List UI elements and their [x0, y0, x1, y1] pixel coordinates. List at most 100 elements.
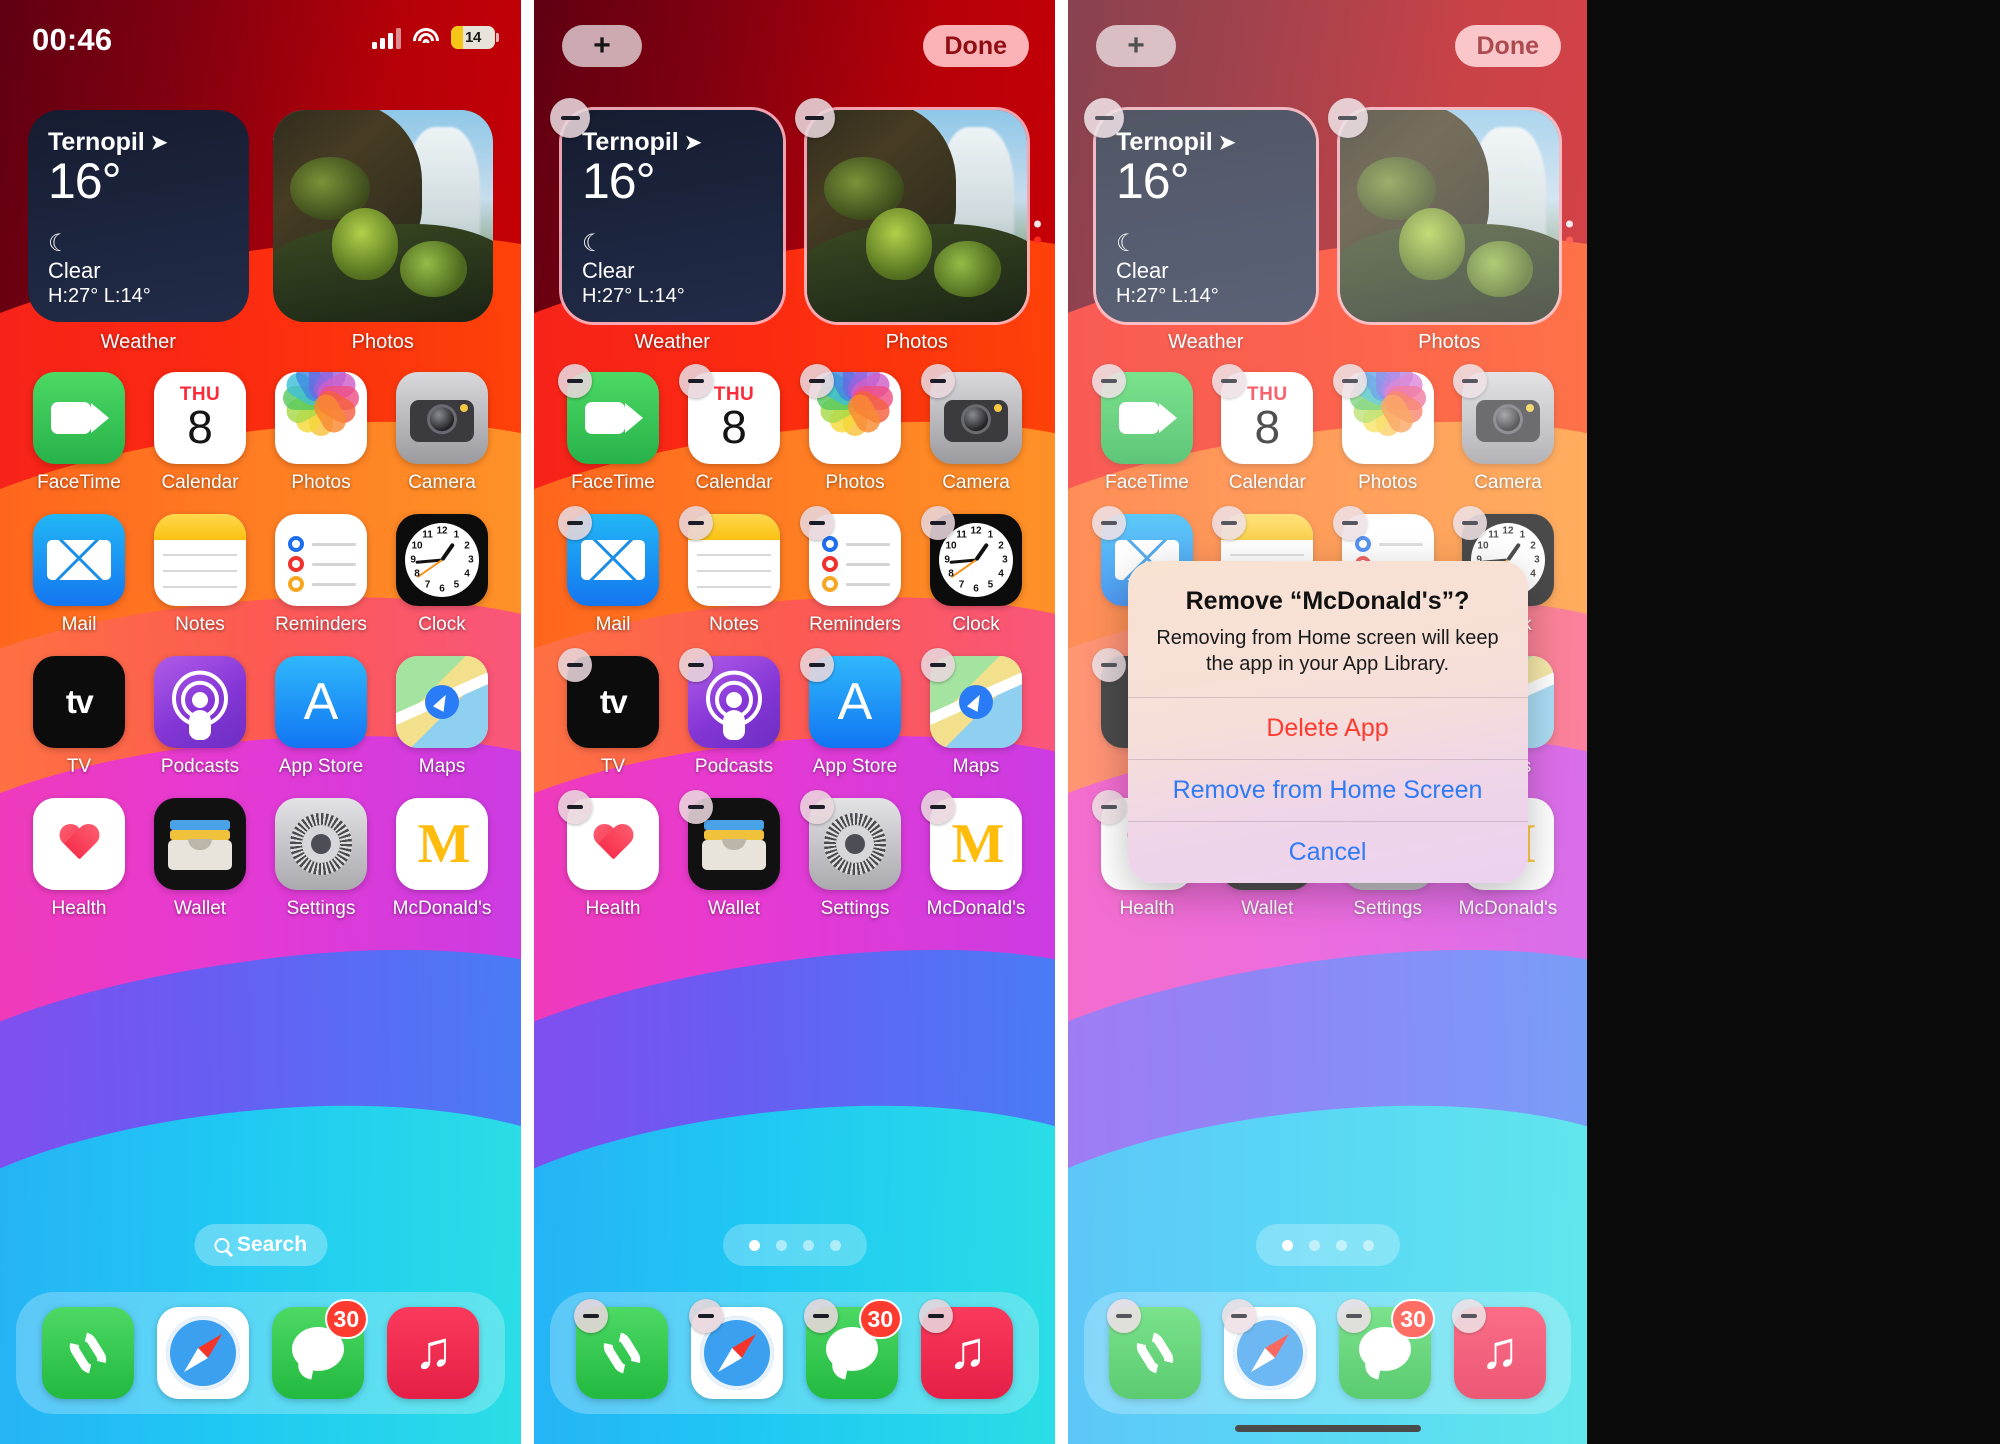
dock-phone[interactable] [573, 1299, 668, 1399]
dock-phone[interactable] [41, 1307, 134, 1399]
app-row: Mail Notes Reminders 12 12 3 45678 9 1011 Clo… [558, 506, 1029, 636]
done-button[interactable]: Done [922, 25, 1029, 67]
app-wallet[interactable]: Wallet [679, 790, 787, 920]
panel-divider [1055, 0, 1068, 1444]
calendar-icon: THU 8 [154, 372, 246, 464]
app-podcasts[interactable]: Podcasts [679, 648, 787, 778]
app-app-store[interactable]: A App Store [268, 656, 374, 778]
dock-messages[interactable]: 30 [272, 1299, 369, 1399]
remove-app-button[interactable] [921, 506, 955, 540]
dock-music[interactable]: ♫ [387, 1307, 480, 1399]
remove-app-button[interactable] [688, 1299, 723, 1333]
app-camera[interactable]: Camera [389, 372, 495, 494]
app-calendar[interactable]: THU 8 Calendar [679, 364, 787, 494]
app-reminders[interactable]: Reminders [800, 506, 908, 636]
location-arrow-icon: ➤ [684, 132, 702, 154]
app-facetime[interactable]: FaceTime [26, 372, 132, 494]
tv-glyph: tv [65, 683, 94, 720]
remove-app-button[interactable] [921, 364, 955, 398]
app-clock[interactable]: 12 12 3 45678 9 1011 Clock [921, 506, 1029, 636]
dock-messages[interactable]: 30 [804, 1299, 903, 1399]
app-photos[interactable]: Photos [268, 372, 374, 494]
moon-icon: ☾ [48, 230, 70, 257]
weather-widget[interactable]: Ternopil ➤ 16° ☾ Clear H:27° L:14° [562, 110, 783, 322]
dialog-title: Remove “McDonald's”? [1185, 587, 1470, 615]
remove-app-button[interactable] [804, 1299, 839, 1333]
podcasts-icon [154, 656, 246, 748]
remove-app-button[interactable] [558, 790, 592, 824]
app-mail[interactable]: Mail [26, 514, 132, 636]
remove-app-button[interactable] [921, 648, 955, 682]
remove-app-button[interactable] [679, 790, 713, 824]
app-settings[interactable]: Settings [268, 798, 374, 920]
clock-numeral: 9 [944, 554, 950, 566]
remove-app-button[interactable] [679, 506, 713, 540]
weather-high-low: H:27° L:14° [582, 285, 685, 307]
weather-temp: 16° [582, 153, 656, 209]
page-indicator[interactable] [722, 1224, 867, 1266]
app-label: Podcasts [694, 756, 774, 777]
remove-widget-button[interactable] [550, 98, 590, 138]
remove-app-button[interactable] [921, 790, 955, 824]
app-camera[interactable]: Camera [921, 364, 1029, 494]
app-store-icon: A [275, 656, 367, 748]
app-settings[interactable]: Settings [800, 790, 908, 920]
app-maps[interactable]: Maps [389, 656, 495, 778]
clock-face: 12 1 2 3 4 5 6 7 8 9 10 11 [405, 523, 479, 597]
add-widget-button[interactable]: + [562, 25, 642, 67]
app-notes[interactable]: Notes [147, 514, 253, 636]
remove-app-button[interactable] [800, 506, 834, 540]
remove-app-button[interactable] [558, 364, 592, 398]
app-label: Photos [291, 472, 351, 493]
app-health[interactable]: Health [558, 790, 666, 920]
remove-app-button[interactable] [800, 648, 834, 682]
cellular-signal-icon [372, 27, 401, 49]
remove-from-home-screen-button[interactable]: Remove from Home Screen [1127, 759, 1528, 821]
app-mcdonalds[interactable]: M McDonald's [389, 798, 495, 920]
app-mail[interactable]: Mail [558, 506, 666, 636]
photos-widget[interactable] [806, 110, 1027, 322]
panel-remove-app-dialog: + Done Ternopil ➤ 16° ☾ Clear H:27° L:14… [1068, 0, 1587, 1444]
app-label: Camera [408, 472, 476, 493]
app-podcasts[interactable]: Podcasts [147, 656, 253, 778]
dock-music[interactable]: ♫ [919, 1299, 1014, 1399]
app-maps[interactable]: Maps [921, 648, 1029, 778]
photos-widget-wrap: Photos [794, 98, 1041, 354]
app-notes[interactable]: Notes [679, 506, 787, 636]
remove-app-button[interactable] [558, 648, 592, 682]
clock-numeral: 11 [956, 529, 967, 541]
remove-app-button[interactable] [800, 790, 834, 824]
clock-numeral: 9 [410, 554, 416, 566]
app-calendar[interactable]: THU 8 Calendar [147, 372, 253, 494]
dock-safari[interactable] [156, 1307, 249, 1399]
app-wallet[interactable]: Wallet [147, 798, 253, 920]
app-photos[interactable]: Photos [800, 364, 908, 494]
messages-badge: 30 [324, 1299, 369, 1339]
app-mcdonalds[interactable]: M McDonald's [921, 790, 1029, 920]
settings-icon [275, 798, 367, 890]
app-row: Health Wallet Settings M McDonald's [26, 798, 495, 920]
weather-widget[interactable]: Ternopil ➤ 16° ☾ Clear H:27° L:14° [28, 110, 249, 322]
app-label: FaceTime [571, 472, 655, 493]
app-reminders[interactable]: Reminders [268, 514, 374, 636]
app-label: Reminders [275, 614, 367, 635]
remove-app-button[interactable] [558, 506, 592, 540]
app-facetime[interactable]: FaceTime [558, 364, 666, 494]
app-tv[interactable]: tv TV [26, 656, 132, 778]
remove-app-button[interactable] [573, 1299, 608, 1333]
remove-app-button[interactable] [800, 364, 834, 398]
cancel-button[interactable]: Cancel [1127, 821, 1528, 883]
app-app-store[interactable]: A App Store [800, 648, 908, 778]
remove-app-button[interactable] [679, 648, 713, 682]
search-button[interactable]: Search [193, 1224, 328, 1266]
status-bar: 00:46 14 [0, 0, 521, 72]
remove-app-button[interactable] [679, 364, 713, 398]
app-tv[interactable]: tv TV [558, 648, 666, 778]
delete-app-button[interactable]: Delete App [1127, 697, 1528, 759]
dock-safari[interactable] [688, 1299, 783, 1399]
app-clock[interactable]: 12 12 3 45678 9 1011 Clock [389, 514, 495, 636]
photos-widget[interactable] [272, 110, 493, 322]
app-health[interactable]: Health [26, 798, 132, 920]
remove-widget-button[interactable] [794, 98, 835, 138]
location-arrow-icon: ➤ [150, 132, 168, 154]
